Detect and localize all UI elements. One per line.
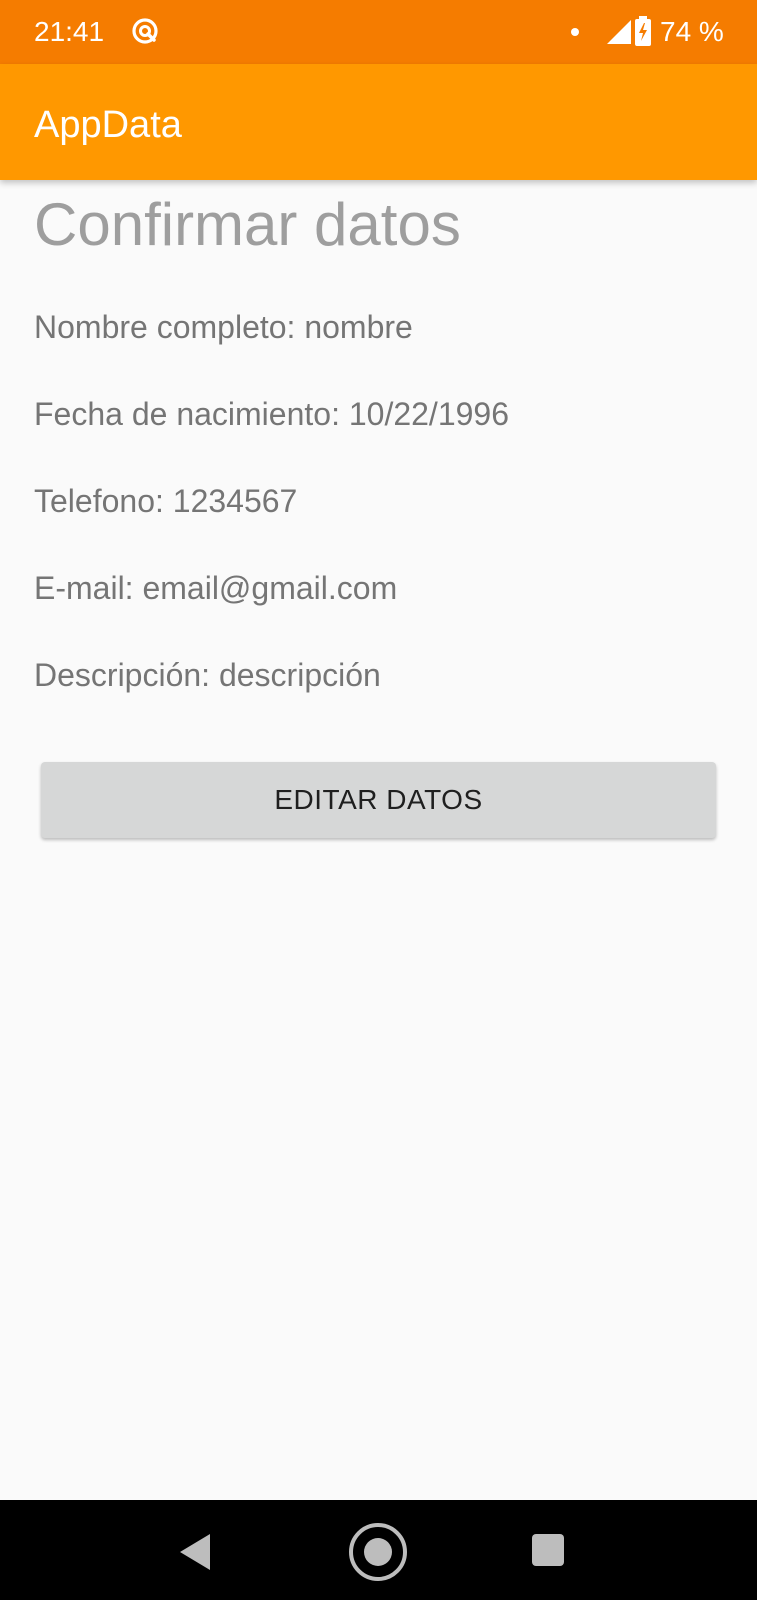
navigation-bar — [0, 1500, 757, 1600]
sync-icon — [132, 18, 158, 44]
field-email: E-mail: email@gmail.com — [34, 568, 397, 608]
field-value: 1234567 — [172, 483, 298, 519]
field-birth-date: Fecha de nacimiento: 10/22/1996 — [34, 394, 509, 434]
field-phone: Telefono: 1234567 — [34, 481, 297, 521]
back-icon[interactable] — [172, 1522, 232, 1582]
status-bar: 21:41 74 % — [0, 0, 757, 64]
page-title: Confirmar datos — [34, 191, 461, 258]
field-value: descripción — [218, 657, 381, 693]
edit-data-button[interactable]: EDITAR DATOS — [41, 762, 716, 838]
battery-charging-icon — [635, 16, 651, 46]
field-label: Telefono: — [34, 483, 164, 519]
field-value: nombre — [304, 309, 413, 345]
field-description: Descripción: descripción — [34, 655, 381, 695]
field-label: E-mail: — [34, 570, 134, 606]
app-title: AppData — [34, 104, 182, 146]
field-value: 10/22/1996 — [348, 396, 509, 432]
field-label: Descripción: — [34, 657, 211, 693]
field-label: Nombre completo: — [34, 309, 296, 345]
recents-icon[interactable] — [530, 1522, 590, 1582]
home-icon[interactable] — [348, 1522, 408, 1582]
field-label: Fecha de nacimiento: — [34, 396, 340, 432]
notification-dot-icon — [571, 28, 579, 36]
battery-percentage: 74 % — [660, 16, 724, 47]
signal-icon — [607, 20, 631, 44]
status-time: 21:41 — [34, 16, 105, 47]
field-full-name: Nombre completo: nombre — [34, 307, 413, 347]
field-value: email@gmail.com — [142, 570, 398, 606]
app-bar: AppData — [0, 64, 757, 180]
